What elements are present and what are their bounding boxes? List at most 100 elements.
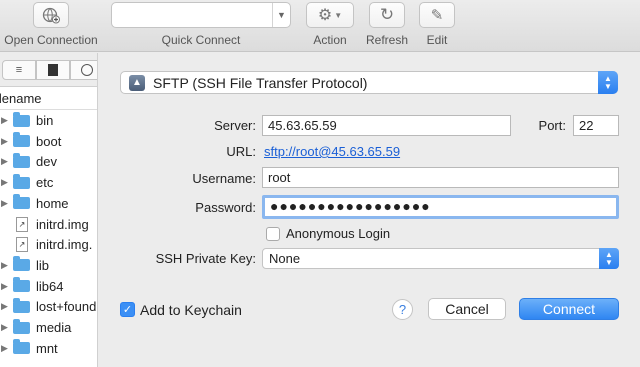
file-row[interactable]: ▶ bin [0, 110, 97, 131]
file-icon: ↗ [16, 216, 28, 232]
file-row[interactable]: ▶ lost+found [0, 296, 97, 317]
password-field[interactable]: ●●●●●●●●●●●●●●●●● [262, 195, 619, 219]
refresh-icon: ↻ [379, 5, 395, 24]
globe-plus-icon [42, 7, 60, 24]
file-name: initrd.img. [36, 237, 93, 253]
action-label: Action [313, 33, 347, 47]
open-connection-item[interactable]: Open Connection [2, 2, 100, 47]
file-row[interactable]: ▶ mnt [0, 338, 97, 359]
folder-icon [13, 256, 30, 272]
url-label: URL: [226, 144, 256, 159]
disclosure-triangle-icon[interactable]: ▶ [1, 136, 11, 147]
bookmarks-tab[interactable] [36, 60, 70, 80]
action-button[interactable]: ⚙ ▼ [306, 2, 354, 28]
file-name: mnt [36, 340, 58, 356]
file-row[interactable]: ↗ initrd.img. [0, 234, 97, 255]
disclosure-triangle-icon[interactable]: ▶ [1, 322, 11, 333]
ssh-private-key-select[interactable]: None ▲ ▼ [262, 248, 619, 269]
refresh-item[interactable]: ↻ Refresh [365, 2, 409, 47]
file-name: dev [36, 154, 57, 170]
list-icon: ≡ [15, 64, 23, 76]
history-tab[interactable] [70, 60, 97, 80]
file-name: bin [36, 113, 54, 128]
file-name: etc [36, 175, 54, 191]
ssh-private-key-label: SSH Private Key: [155, 251, 256, 266]
disclosure-triangle-icon[interactable]: ▶ [1, 301, 11, 312]
outline-view-tab[interactable]: ≡ [2, 60, 36, 80]
file-icon: ↗ [16, 237, 28, 253]
add-to-keychain-checkbox[interactable]: ✓ [120, 302, 135, 317]
file-name: home [36, 195, 69, 211]
file-name: lost+found [36, 299, 97, 315]
disclosure-triangle-icon[interactable]: ▶ [1, 115, 11, 126]
edit-item[interactable]: ✎ Edit [419, 2, 455, 47]
edit-label: Edit [426, 33, 448, 47]
connect-button[interactable]: Connect [519, 298, 619, 320]
file-row[interactable]: ▶ home [0, 193, 97, 214]
folder-icon [13, 132, 30, 148]
protocol-select[interactable]: ▲ SFTP (SSH File Transfer Protocol) ▲ ▼ [120, 71, 618, 94]
url-link[interactable]: sftp://root@45.63.65.59 [264, 144, 400, 159]
username-label: Username: [192, 171, 256, 186]
port-label: Port: [538, 118, 566, 133]
file-name: lib [36, 257, 50, 273]
select-stepper-icon: ▲ ▼ [599, 248, 619, 269]
file-name: lib64 [36, 278, 64, 294]
checkmark-icon: ✓ [122, 304, 133, 316]
quick-connect-label: Quick Connect [161, 33, 241, 47]
server-label: Server: [214, 118, 256, 133]
file-name: media [36, 320, 72, 335]
browser-view-tabs: ≡ [0, 53, 97, 87]
toolbar: Open Connection ▼ Quick Connect ⚙ ▼ Acti… [0, 0, 640, 52]
file-row[interactable]: ▶ boot [0, 131, 97, 152]
disclosure-triangle-icon[interactable]: ▶ [1, 260, 11, 271]
refresh-label: Refresh [365, 33, 409, 47]
clock-icon [81, 64, 93, 76]
open-connection-button[interactable] [33, 2, 69, 28]
refresh-button[interactable]: ↻ [369, 2, 405, 28]
disclosure-triangle-icon[interactable]: ▶ [1, 177, 11, 188]
file-row[interactable]: ↗ initrd.img [0, 214, 97, 235]
sftp-protocol-icon: ▲ [129, 74, 145, 91]
username-field[interactable]: root [262, 167, 619, 188]
connection-sheet: ▲ SFTP (SSH File Transfer Protocol) ▲ ▼ S… [99, 53, 640, 367]
anonymous-login-label: Anonymous Login [286, 226, 391, 241]
folder-icon [13, 318, 30, 334]
file-name: boot [36, 133, 62, 149]
action-item[interactable]: ⚙ ▼ Action [306, 2, 354, 47]
file-name: initrd.img [36, 216, 89, 232]
disclosure-triangle-icon[interactable]: ▶ [1, 343, 11, 354]
chevron-down-icon[interactable]: ▼ [272, 3, 290, 27]
help-button[interactable]: ? [392, 299, 413, 320]
password-label: Password: [195, 200, 256, 215]
disclosure-triangle-icon[interactable]: ▶ [1, 156, 11, 167]
folder-icon [13, 277, 30, 293]
port-field[interactable]: 22 [573, 115, 619, 136]
cancel-button[interactable]: Cancel [428, 298, 506, 320]
file-row[interactable]: ▶ lib64 [0, 276, 97, 297]
gear-icon: ⚙ [317, 7, 333, 24]
folder-icon [13, 173, 30, 189]
bookmark-icon [48, 64, 58, 76]
file-row[interactable]: ▶ lib [0, 255, 97, 276]
protocol-label: SFTP (SSH File Transfer Protocol) [153, 74, 368, 91]
edit-button[interactable]: ✎ [419, 2, 455, 28]
file-row[interactable]: ▶ media [0, 317, 97, 338]
chevron-down-icon: ▼ [334, 10, 343, 20]
pencil-icon: ✎ [430, 7, 444, 24]
filename-column-header[interactable]: ilename [0, 88, 97, 110]
select-stepper-icon: ▲ ▼ [598, 71, 618, 94]
anonymous-login-checkbox[interactable] [266, 227, 280, 241]
folder-icon [13, 339, 30, 355]
file-browser: ≡ ilename ▶ bin ▶ boot ▶ dev ▶ etc ▶ home ↗ initrd.… [0, 53, 98, 367]
add-to-keychain-label: Add to Keychain [140, 302, 242, 318]
file-row[interactable]: ▶ etc [0, 172, 97, 193]
open-connection-label: Open Connection [4, 33, 98, 47]
folder-icon [13, 194, 30, 210]
disclosure-triangle-icon[interactable]: ▶ [1, 198, 11, 209]
file-row[interactable]: ▶ dev [0, 151, 97, 172]
disclosure-triangle-icon[interactable]: ▶ [1, 281, 11, 292]
server-field[interactable]: 45.63.65.59 [262, 115, 511, 136]
quick-connect-item[interactable]: ▼ Quick Connect [111, 2, 291, 47]
quick-connect-combo[interactable]: ▼ [111, 2, 291, 28]
